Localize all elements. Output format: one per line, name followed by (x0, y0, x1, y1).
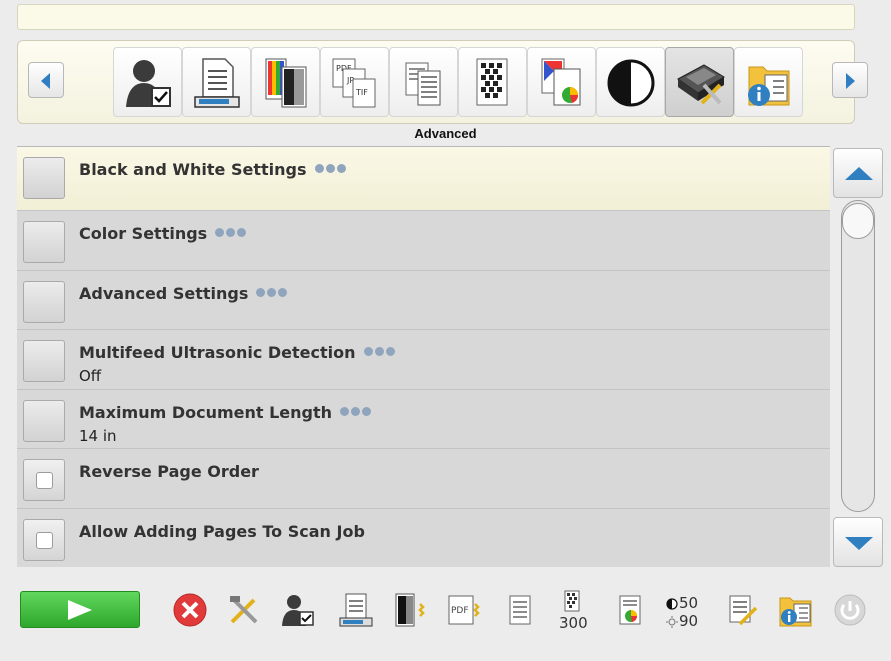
more-options-icon (340, 401, 373, 420)
tool-advanced[interactable] (665, 47, 734, 117)
tool-information[interactable] (734, 47, 803, 117)
scanner-tools-icon (677, 64, 725, 105)
setting-label: Color Settings (79, 224, 208, 243)
cancel-icon[interactable] (172, 592, 208, 628)
tool-resolution[interactable] (458, 47, 527, 117)
resolution-icon[interactable] (560, 590, 584, 612)
more-options-icon (363, 341, 397, 360)
bottom-toolbar: PDF 300 50 90 (0, 576, 891, 661)
user-profile-icon[interactable] (280, 592, 316, 628)
status-field (17, 4, 855, 30)
advanced-settings-icon[interactable] (724, 592, 760, 628)
setting-label: Advanced Settings (79, 283, 249, 303)
file-format-icon: PDF JP TIF (332, 58, 376, 108)
list-item[interactable]: Allow Adding Pages To Scan Job (17, 508, 830, 567)
setting-label: Maximum Document Length (79, 402, 333, 422)
setting-button[interactable] (23, 157, 65, 199)
list-item[interactable]: Maximum Document Length 14 in (17, 389, 830, 449)
setting-button[interactable] (23, 399, 65, 442)
scroll-right-button[interactable] (832, 62, 868, 98)
document-icon[interactable] (502, 592, 538, 628)
user-profile-icon (126, 60, 171, 107)
tool-contrast[interactable] (596, 47, 665, 117)
start-scan-button[interactable] (20, 591, 140, 628)
contrast-value: 90 (679, 612, 699, 630)
settings-toolbar: PDF JP TIF (17, 40, 868, 124)
more-options-icon (314, 158, 348, 177)
pdf-file-icon[interactable]: PDF (446, 592, 482, 628)
scroll-left-button[interactable] (28, 62, 64, 98)
tool-document-pages[interactable] (389, 47, 458, 117)
color-document-icon[interactable] (612, 592, 648, 628)
setting-button[interactable] (23, 340, 65, 382)
reverse-page-order-checkbox[interactable] (23, 459, 65, 501)
svg-text:PDF: PDF (451, 606, 469, 616)
scrollbar-thumb[interactable] (842, 203, 874, 239)
list-item[interactable]: Advanced Settings (17, 270, 830, 330)
brightness-contrast-indicator[interactable]: 50 90 (666, 594, 716, 634)
scroll-up-button[interactable] (833, 148, 883, 198)
printed-page-icon (194, 58, 240, 108)
duplex-pages-icon[interactable] (392, 592, 428, 628)
color-pages-icon (265, 58, 307, 108)
setting-label: Reverse Page Order (79, 462, 259, 481)
setting-value: Off (79, 367, 102, 385)
more-options-icon (215, 222, 248, 241)
contrast-icon (607, 59, 655, 107)
arrow-up-icon (845, 167, 873, 180)
section-title: Advanced (414, 126, 477, 141)
more-options-icon (256, 282, 289, 301)
arrow-right-icon (846, 73, 855, 89)
tool-file-format[interactable]: PDF JP TIF (320, 47, 389, 117)
list-item[interactable]: Black and White Settings (17, 147, 830, 211)
color-document-icon (541, 58, 581, 106)
list-item[interactable]: Multifeed Ultrasonic Detection Off (17, 330, 830, 390)
allow-adding-pages-checkbox[interactable] (23, 518, 65, 561)
tool-color-document[interactable] (527, 47, 596, 117)
settings-list: Black and White Settings Color Settings … (17, 146, 830, 567)
document-pages-icon (405, 62, 441, 106)
arrow-left-icon (41, 73, 50, 89)
setting-label: Black and White Settings (79, 160, 307, 179)
resolution-value: 300 (559, 614, 588, 632)
resolution-icon (476, 58, 508, 106)
setting-button[interactable] (23, 221, 65, 263)
contrast-icon (666, 598, 678, 610)
information-icon[interactable] (778, 592, 814, 628)
printed-page-icon[interactable] (338, 592, 374, 628)
scrollbar[interactable] (841, 200, 875, 512)
power-icon[interactable] (832, 592, 868, 628)
information-icon (748, 66, 790, 106)
tool-color-pages[interactable] (251, 47, 320, 117)
setting-value: 14 in (79, 426, 117, 445)
svg-text:TIF: TIF (355, 88, 368, 97)
list-item[interactable]: Reverse Page Order (17, 449, 830, 509)
tools-icon[interactable] (226, 592, 262, 628)
brightness-icon (666, 616, 678, 628)
tool-user-profile[interactable] (113, 47, 182, 117)
tool-printed-page[interactable] (182, 47, 251, 117)
list-item[interactable]: Color Settings (17, 211, 830, 271)
scroll-down-button[interactable] (833, 517, 883, 567)
setting-button[interactable] (23, 280, 65, 323)
brightness-value: 50 (679, 594, 699, 612)
setting-label: Allow Adding Pages To Scan Job (79, 521, 365, 541)
play-icon (68, 600, 92, 620)
setting-label: Multifeed Ultrasonic Detection (79, 343, 356, 362)
arrow-down-icon (845, 537, 873, 550)
